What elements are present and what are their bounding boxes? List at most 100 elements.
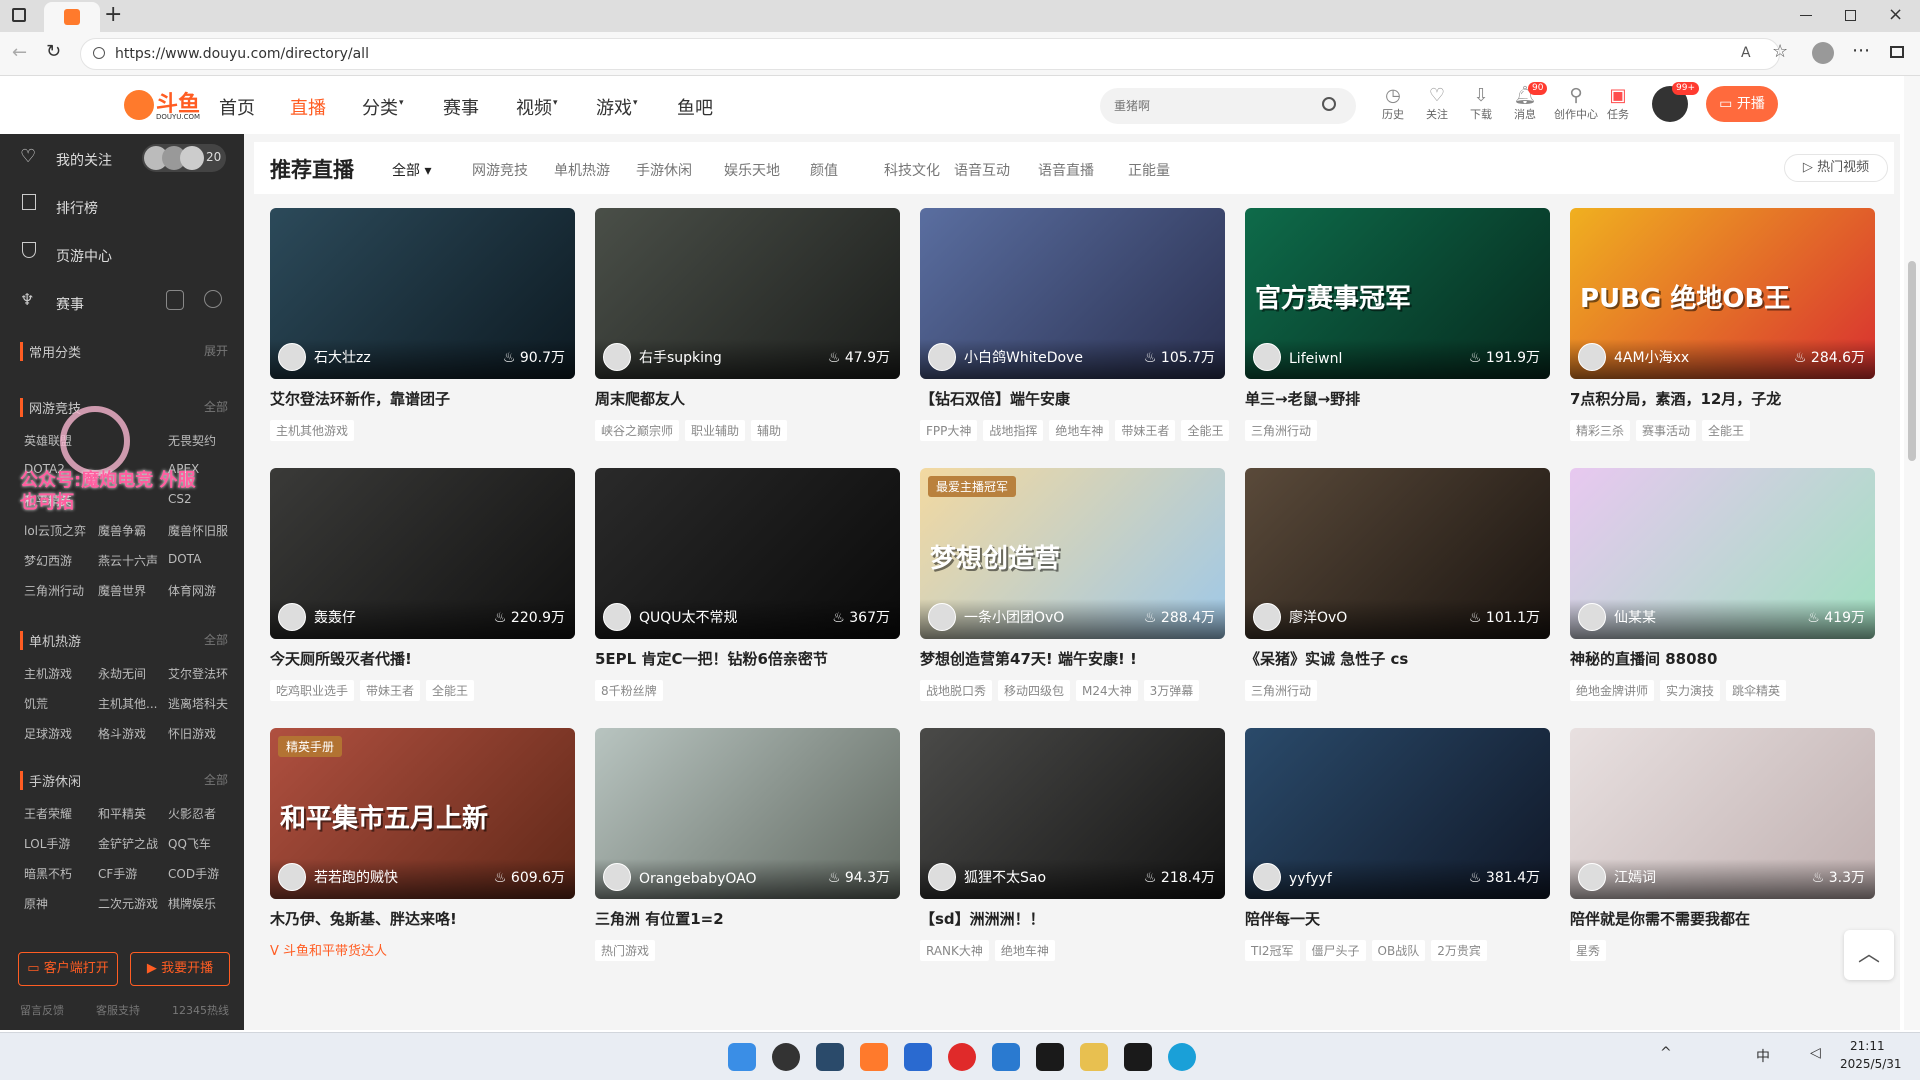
room-tag[interactable]: 精彩三杀 (1570, 420, 1631, 441)
filter-all[interactable]: 全部 ▾ (392, 160, 431, 180)
search-input[interactable] (1114, 96, 1304, 116)
sidebar-game-link[interactable]: COD手游 (168, 865, 219, 882)
sidebar-item-follow[interactable]: 我的关注 (56, 150, 112, 170)
category-tab[interactable]: 单机热游 (554, 160, 610, 180)
room-tag[interactable]: 2万贵宾 (1431, 940, 1487, 961)
sidebar-game-link[interactable]: 王者荣耀 (24, 805, 72, 822)
sidebar-game-link[interactable]: 和平精英 (98, 805, 146, 822)
anchor-avatar[interactable] (1578, 343, 1606, 371)
room-tag[interactable]: 绝地车神 (1049, 420, 1110, 441)
nav-match[interactable]: 赛事 (443, 94, 479, 120)
room-title[interactable]: 神秘的直播间 88080 (1570, 648, 1875, 669)
creator-center-button[interactable]: ⚲ 创作中心 (1552, 86, 1600, 122)
app-icon[interactable] (904, 1043, 932, 1071)
live-room-card[interactable]: yyfyyf ♨ 381.4万 陪伴每一天 TI2冠军 僵尸头子 OB战队 2万贵宾 (1245, 728, 1550, 978)
room-tag[interactable]: 8千粉丝牌 (595, 680, 663, 701)
room-tag[interactable]: 绝地车神 (994, 940, 1055, 961)
room-title[interactable]: 陪伴就是你需不需要我都在 (1570, 908, 1875, 929)
sidebar-game-link[interactable]: 艾尔登法环 (168, 665, 228, 682)
room-tag[interactable]: 辅助 (751, 420, 788, 441)
room-tag[interactable]: 战地脱口秀 (920, 680, 993, 701)
back-icon[interactable]: ← (12, 42, 27, 63)
live-thumbnail[interactable]: 梦想创造营 最爱主播冠军 一条小团团OvO ♨ 288.4万 (920, 468, 1225, 639)
edge-icon[interactable] (1168, 1043, 1196, 1071)
live-thumbnail[interactable]: 江嫣词 ♨ 3.3万 (1570, 728, 1875, 899)
new-tab-button[interactable]: + (104, 2, 122, 27)
sidebar-game-link[interactable]: 足球游戏 (24, 725, 72, 742)
app-icon[interactable] (860, 1043, 888, 1071)
room-tag[interactable]: 星秀 (1570, 940, 1607, 961)
back-to-top-button[interactable]: ︿ (1844, 930, 1894, 980)
sidebar-game-link[interactable]: 怀旧游戏 (168, 725, 216, 742)
sidebar-game-link[interactable]: 饥荒 (24, 695, 48, 712)
sidebar-game-link[interactable]: 火影忍者 (168, 805, 216, 822)
minimize-icon[interactable] (1800, 15, 1812, 16)
ime-indicator[interactable]: 中 (1756, 1046, 1770, 1066)
live-thumbnail[interactable]: 官方赛事冠军 Lifeiwnl ♨ 191.9万 (1245, 208, 1550, 379)
room-tag[interactable]: 职业辅助 (685, 420, 746, 441)
sidebar-game-link[interactable]: QQ飞车 (168, 835, 211, 852)
message-button[interactable]: 🔔︎ 消息 90 (1505, 82, 1548, 122)
room-tag[interactable]: 带妹王者 (1115, 420, 1176, 441)
refresh-icon[interactable]: ↻ (46, 41, 61, 62)
history-button[interactable]: ◷ 历史 (1373, 86, 1413, 122)
sidebar-game-link[interactable]: 魔兽世界 (98, 582, 146, 599)
room-title[interactable]: 单三→老鼠→野排 (1245, 388, 1550, 409)
live-thumbnail[interactable]: 石大壮zz ♨ 90.7万 (270, 208, 575, 379)
room-tag[interactable]: 热门游戏 (595, 940, 656, 961)
sidebar-game-link[interactable]: 燕云十六声 (98, 552, 158, 569)
app-icon[interactable] (1124, 1043, 1152, 1071)
live-room-card[interactable]: 石大壮zz ♨ 90.7万 艾尔登法环新作，靠谱团子 主机其他游戏 (270, 208, 575, 458)
sidebar-game-link[interactable]: 永劫无间 (98, 665, 146, 682)
live-room-card[interactable]: 梦想创造营 最爱主播冠军 一条小团团OvO ♨ 288.4万梦想创造营第47天! 端午… (920, 468, 1225, 718)
live-room-card[interactable]: 狐狸不太Sao ♨ 218.4万 【sd】洲洲洲！！ RANK大神 绝地车神 (920, 728, 1225, 978)
sidebar-game-link[interactable]: 格斗游戏 (98, 725, 146, 742)
category-tab[interactable]: 手游休闲 (636, 160, 692, 180)
live-room-card[interactable]: 廖洋OvO ♨ 101.1万 《呆猪》实诚 急性子 cs 三角洲行动 (1245, 468, 1550, 718)
sidebar-toggle-icon[interactable] (1890, 46, 1904, 58)
room-title[interactable]: 7点积分局，素酒，12月，子龙 (1570, 388, 1875, 409)
scrollbar[interactable] (1904, 76, 1920, 1030)
mobile-game-heading[interactable]: 手游休闲 (20, 771, 81, 790)
sidebar-game-link[interactable]: 梦幻西游 (24, 552, 72, 569)
anchor-avatar[interactable] (928, 863, 956, 891)
room-title[interactable]: 《呆猪》实诚 急性子 cs (1245, 648, 1550, 669)
room-tag[interactable]: 峡谷之巅宗师 (595, 420, 680, 441)
live-thumbnail[interactable]: 右手supking ♨ 47.9万 (595, 208, 900, 379)
sidebar-game-link[interactable]: 主机其他... (98, 695, 157, 712)
live-thumbnail[interactable]: yyfyyf ♨ 381.4万 (1245, 728, 1550, 899)
search-icon[interactable] (1322, 97, 1336, 111)
app-icon[interactable] (772, 1043, 800, 1071)
anchor-avatar[interactable] (1578, 603, 1606, 631)
live-thumbnail[interactable]: QUQU太不常规 ♨ 367万 (595, 468, 900, 639)
room-title[interactable]: 【钻石双倍】端午安康 (920, 388, 1225, 409)
room-tag[interactable]: 赛事活动 (1636, 420, 1697, 441)
room-title[interactable]: 梦想创造营第47天! 端午安康! ! (920, 648, 1225, 669)
room-title[interactable]: 木乃伊、兔斯基、胖达来咯! (270, 908, 575, 929)
category-tab[interactable]: 科技文化 (884, 160, 940, 180)
sidebar-game-link[interactable]: 棋牌娱乐 (168, 895, 216, 912)
expand-link[interactable]: 展开 (204, 342, 228, 359)
anchor-avatar[interactable] (278, 863, 306, 891)
sidebar-game-link[interactable]: 主机游戏 (24, 665, 72, 682)
room-tag[interactable]: 主机其他游戏 (270, 420, 355, 441)
room-tag[interactable]: 战地指挥 (983, 420, 1044, 441)
sidebar-game-link[interactable]: 魔兽怀旧服 (168, 522, 228, 539)
room-tag[interactable]: M24大神 (1076, 680, 1138, 701)
room-tag[interactable]: 实力演技 (1660, 680, 1721, 701)
close-icon[interactable]: × (1888, 4, 1903, 25)
room-tag[interactable]: 3万弹幕 (1143, 680, 1200, 701)
live-room-card[interactable]: 官方赛事冠军 Lifeiwnl ♨ 191.9万 单三→老鼠→野排 三角洲行动 (1245, 208, 1550, 458)
more-icon[interactable]: ⋯ (1852, 40, 1870, 61)
category-tab[interactable]: 语音直播 (1038, 160, 1094, 180)
live-room-card[interactable]: 小白鸽WhiteDove ♨ 105.7万 【钻石双倍】端午安康 FPP大神 战地指挥绝… (920, 208, 1230, 458)
sidebar-item-page-center[interactable]: 页游中心 (56, 246, 112, 266)
app-icon[interactable] (816, 1043, 844, 1071)
single-game-heading[interactable]: 单机热游 (20, 631, 81, 650)
room-tag[interactable]: OB战队 (1371, 940, 1426, 961)
live-thumbnail[interactable]: OrangebabyOAO ♨ 94.3万 (595, 728, 900, 899)
nav-category[interactable]: 分类 (362, 94, 398, 120)
live-room-card[interactable]: 轰轰仔 ♨ 220.9万 今天厕所毁灭者代播! 吃鸡职业选手 带妹王者 全能王 (270, 468, 575, 718)
live-room-card[interactable]: QUQU太不常规 ♨ 367万 5EPL 肯定C一把！钻粉6倍亲密节 8千粉丝牌 (595, 468, 900, 718)
room-tag[interactable]: FPP大神 (920, 420, 978, 441)
